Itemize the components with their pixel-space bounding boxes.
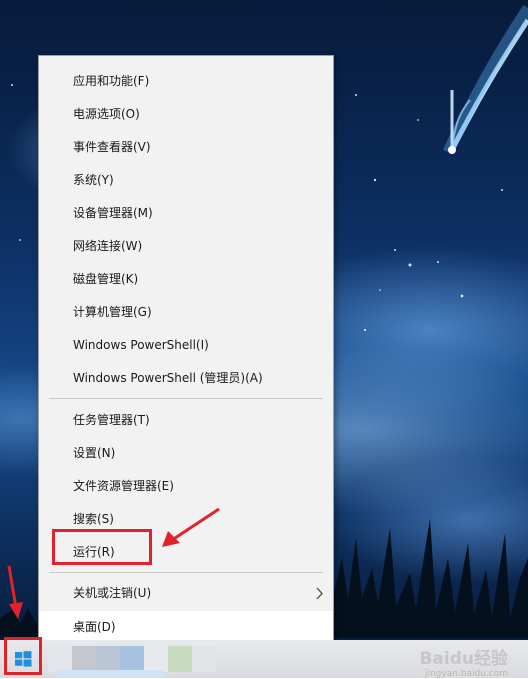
annotation-arrows [7,507,220,619]
